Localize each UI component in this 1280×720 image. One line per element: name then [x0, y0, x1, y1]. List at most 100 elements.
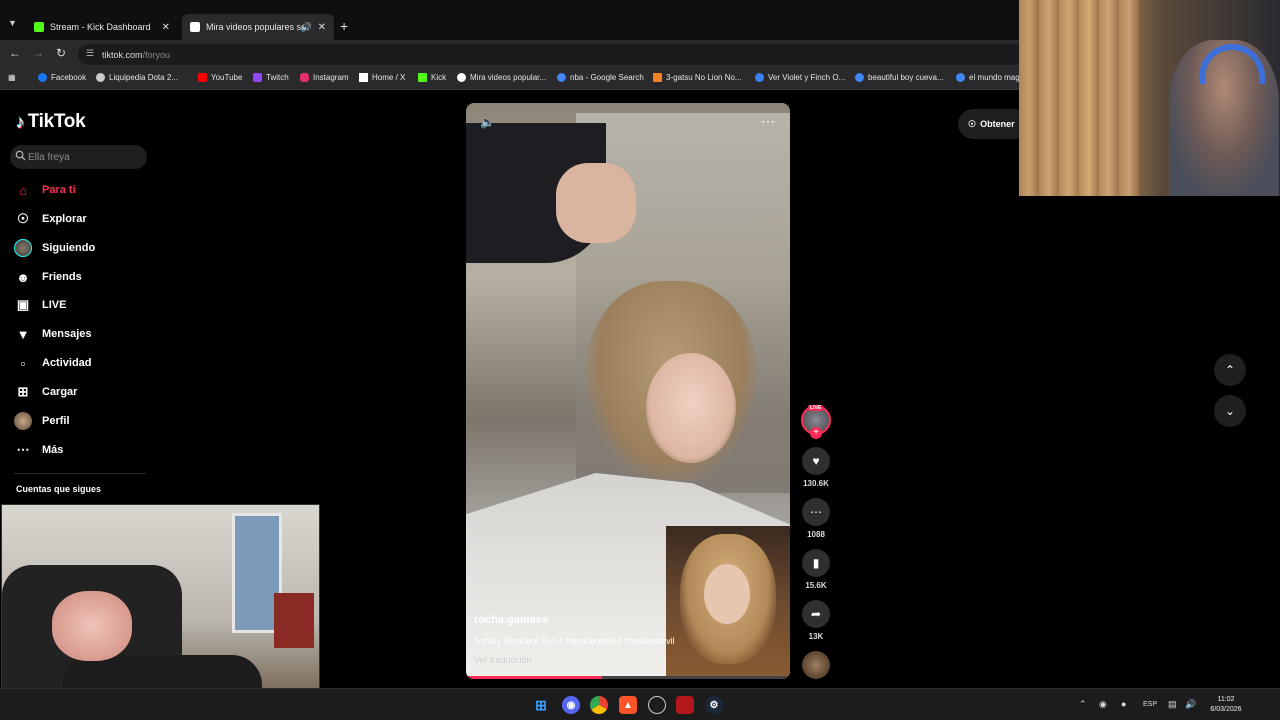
search-input[interactable]: Ella freya [10, 145, 147, 169]
sidebar-item-explorar[interactable]: ☉ Explorar [14, 208, 87, 230]
bookmark-instagram[interactable]: Instagram [300, 73, 349, 82]
discord-tray-icon[interactable]: ◉ [1099, 699, 1107, 710]
bookmark-twitch[interactable]: Twitch [253, 73, 289, 82]
volume-icon[interactable]: 🔈 [480, 115, 495, 129]
instagram-icon [300, 73, 309, 82]
video-progress-bar[interactable] [466, 676, 790, 679]
upload-plus-icon: ⊞ [17, 384, 29, 399]
sidebar-item-mas[interactable]: ⋯ Más [14, 439, 64, 461]
translate-link[interactable]: Ver traducción [474, 655, 532, 665]
bookmark-tiktok[interactable]: Mira videos popular... [457, 73, 546, 82]
tab-title: Mira videos populares sele [206, 22, 306, 32]
tab-tiktok[interactable]: Mira videos populares sele 🔊 ✕ [182, 14, 334, 40]
bookmark-google-nba[interactable]: nba - Google Search [557, 73, 644, 82]
follow-plus-icon[interactable]: + [810, 427, 822, 439]
bookmark-icon[interactable]: ▮ [802, 549, 830, 577]
live-badge: LIVE [808, 405, 824, 411]
new-tab-button[interactable]: + [340, 18, 348, 34]
bookmark-label: nba - Google Search [570, 73, 644, 82]
webcam-pig-mask [52, 591, 132, 661]
bookmark-label: 3-gatsu No Lion No... [666, 73, 742, 82]
windows-taskbar: ⊞ ◉ ▲ ⚙ ⌃ ◉ ● ESP ▤ 🔊 11:02 6/03/2026 [0, 688, 1280, 720]
bookmark-beautiful-boy[interactable]: beautiful boy cueva... [855, 73, 944, 82]
sidebar-item-para-ti[interactable]: ⌂ Para ti [14, 179, 76, 201]
comment-action[interactable]: ⋯ 1088 [801, 498, 831, 539]
profile-avatar-icon [14, 412, 32, 430]
activity-icon: ▫ [20, 355, 26, 371]
close-tab-icon[interactable]: ✕ [318, 22, 326, 33]
comment-icon[interactable]: ⋯ [802, 498, 830, 526]
get-app-button[interactable]: ☉ Obtener [958, 109, 1028, 139]
reload-icon[interactable]: ↻ [56, 46, 66, 60]
brave-icon[interactable]: ▲ [619, 696, 637, 714]
close-tab-icon[interactable]: ✕ [162, 22, 170, 33]
tab-title: Stream - Kick Dashboard [50, 22, 151, 32]
network-icon[interactable]: ▤ [1168, 699, 1177, 710]
forward-arrow-icon[interactable]: → [32, 46, 44, 60]
discord-icon[interactable]: ◉ [562, 696, 580, 714]
like-action[interactable]: ♥ 130.6K [801, 447, 831, 488]
chrome-icon[interactable] [590, 696, 608, 714]
brand-name: TikTok [27, 111, 86, 132]
sidebar-item-live[interactable]: ▣ LIVE [14, 294, 67, 316]
bookmark-el-mundo[interactable]: el mundo mag [956, 73, 1020, 82]
tab-kick-dashboard[interactable]: Stream - Kick Dashboard ✕ [26, 14, 178, 40]
video-subject-face [646, 353, 736, 463]
bookmark-kick[interactable]: Kick [418, 73, 446, 82]
volume-tray-icon[interactable]: 🔊 [1185, 699, 1196, 710]
site-icon [653, 73, 662, 82]
video-author[interactable]: rocha.gamess [474, 614, 548, 626]
tiktok-logo[interactable]: ♪ TikTok [16, 111, 86, 133]
back-arrow-icon[interactable]: ← [9, 46, 21, 60]
apps-grid-icon[interactable]: ▦ [8, 73, 16, 82]
site-icon [755, 73, 764, 82]
speaker-icon[interactable]: 🔊 [301, 22, 312, 33]
sidebar-item-label: Explorar [42, 213, 87, 225]
obs-icon[interactable] [648, 696, 666, 714]
share-arrow-icon[interactable]: ➦ [802, 600, 830, 628]
next-video-button[interactable]: ⌄ [1214, 395, 1246, 427]
heart-icon[interactable]: ♥ [802, 447, 830, 475]
sidebar-item-perfil[interactable]: Perfil [14, 410, 70, 432]
previous-video-button[interactable]: ⌃ [1214, 354, 1246, 386]
video-caption[interactable]: Ashley Resident Evil 4 #residentevil4 #r… [474, 636, 675, 646]
bookmark-x[interactable]: Home / X [359, 73, 405, 82]
share-action[interactable]: ➦ 13K [801, 600, 831, 641]
tray-overflow-chevron-icon[interactable]: ⌃ [1079, 699, 1087, 710]
sidebar-item-actividad[interactable]: ▫ Actividad [14, 352, 92, 374]
microphone-icon[interactable]: ● [1121, 699, 1126, 709]
bookmark-label: Kick [431, 73, 447, 82]
sidebar-divider [14, 473, 146, 474]
sidebar-item-label: LIVE [42, 299, 67, 311]
bookmark-label: Instagram [313, 73, 349, 82]
url-path: /foryou [142, 49, 171, 60]
bookmark-label: Liquipedia Dota 2... [109, 73, 178, 82]
following-avatar-icon [14, 239, 32, 257]
bookmark-violet-finch[interactable]: Ver Violet y Finch O... [755, 73, 845, 82]
sidebar-item-cargar[interactable]: ⊞ Cargar [14, 381, 78, 403]
music-disc-icon[interactable] [802, 651, 830, 679]
more-options-icon[interactable]: ⋯ [761, 113, 776, 130]
sidebar-item-label: Friends [42, 271, 82, 283]
bookmark-youtube[interactable]: YouTube [198, 73, 242, 82]
language-indicator[interactable]: ESP [1143, 701, 1157, 708]
save-action[interactable]: ▮ 15.6K [801, 549, 831, 590]
sidebar-item-mensajes[interactable]: ▼ Mensajes [14, 323, 92, 345]
sidebar-item-friends[interactable]: ☻ Friends [14, 266, 82, 288]
windows-start-icon[interactable]: ⊞ [532, 696, 550, 714]
sidebar-item-siguiendo[interactable]: Siguiendo [14, 237, 95, 259]
bookmark-3gatsu[interactable]: 3-gatsu No Lion No... [653, 73, 742, 82]
bookmark-liquipedia[interactable]: Liquipedia Dota 2... [96, 73, 178, 82]
steam-icon[interactable]: ⚙ [705, 696, 723, 714]
system-clock[interactable]: 11:02 6/03/2026 [1196, 695, 1256, 715]
site-info-icon[interactable]: ☰ [86, 48, 94, 59]
sidebar-item-label: Mensajes [42, 328, 92, 340]
dota-icon[interactable] [676, 696, 694, 714]
bookmark-facebook[interactable]: Facebook [38, 73, 86, 82]
tab-search-chevron-icon[interactable]: ▼ [8, 18, 17, 28]
video-player[interactable]: 🔈 ⋯ rocha.gamess Ashley Resident Evil 4 … [466, 103, 790, 679]
kick-icon [418, 73, 427, 82]
more-dots-icon: ⋯ [16, 442, 30, 457]
address-bar[interactable]: ☰ tiktok.com/foryou [78, 44, 1028, 65]
bookmark-label: Twitch [266, 73, 289, 82]
